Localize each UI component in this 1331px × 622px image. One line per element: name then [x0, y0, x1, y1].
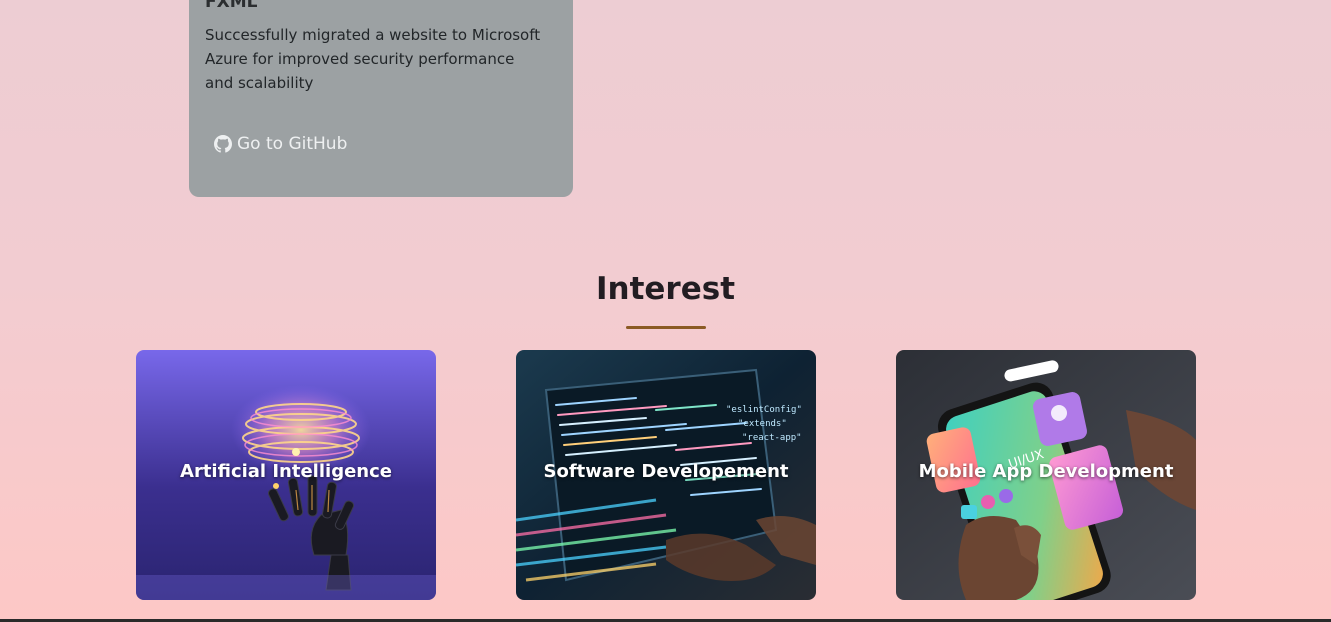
project-card: FXML Successfully migrated a website to …: [189, 0, 573, 197]
go-to-github-button[interactable]: Go to GitHub: [214, 134, 347, 154]
interest-card-label: Mobile App Development: [918, 461, 1174, 482]
interest-section-title: Interest: [595, 271, 736, 307]
svg-text:"extends": "extends": [738, 419, 787, 429]
go-to-github-label: Go to GitHub: [237, 134, 348, 154]
svg-text:"eslintConfig": "eslintConfig": [726, 405, 802, 415]
title-underline: [626, 326, 706, 329]
interest-card-label: Artificial Intelligence: [180, 461, 392, 482]
project-title: FXML: [205, 0, 258, 12]
interest-card-label: Software Developement: [543, 461, 789, 482]
interest-card-ai[interactable]: Artificial Intelligence: [136, 350, 436, 600]
interest-card-mobile[interactable]: UI/UX Mobile App Development: [896, 350, 1196, 600]
project-description: Successfully migrated a website to Micro…: [205, 26, 541, 92]
interest-card-software[interactable]: "eslintConfig" "extends" "react-app" Sof…: [516, 350, 816, 600]
svg-text:"react-app": "react-app": [742, 433, 802, 443]
github-icon: [214, 135, 232, 153]
